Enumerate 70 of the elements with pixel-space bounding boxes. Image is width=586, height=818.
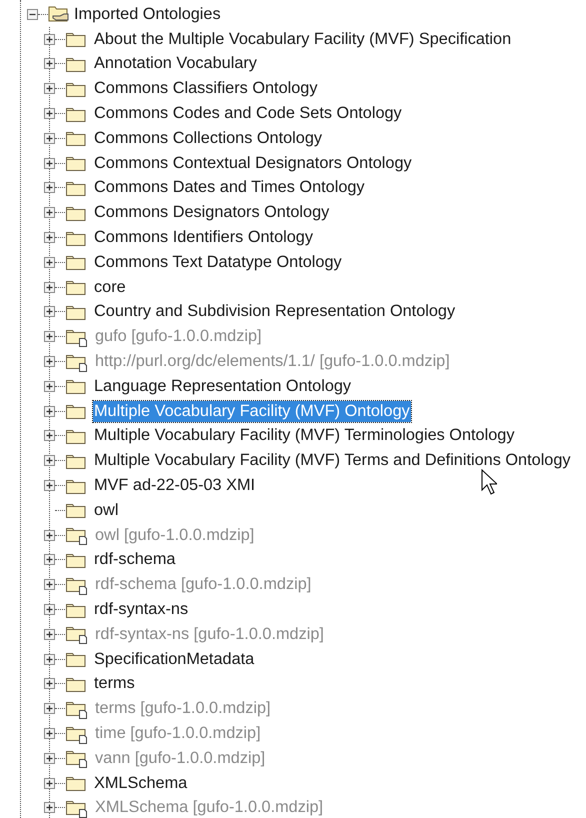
tree-item[interactable]: Commons Collections Ontology: [93, 128, 324, 149]
tree-item[interactable]: Country and Subdivision Representation Ontology: [93, 301, 456, 322]
tree-item[interactable]: About the Multiple Vocabulary Facility (MVF) Specification: [93, 28, 512, 50]
folder-document-icon: [65, 748, 88, 768]
expand-toggle[interactable]: [44, 207, 55, 218]
expand-toggle[interactable]: [44, 331, 55, 342]
folder-document-icon: [65, 525, 88, 546]
folder-icon: [65, 154, 87, 172]
expand-toggle[interactable]: [44, 158, 55, 169]
expand-toggle[interactable]: [44, 455, 55, 466]
tree-item[interactable]: owl: [93, 500, 120, 521]
expand-toggle[interactable]: [44, 480, 55, 492]
tree-item[interactable]: XMLSchema: [93, 772, 188, 794]
tree-item[interactable]: MVF ad-22-05-03 XMI: [93, 475, 256, 496]
expand-toggle[interactable]: [44, 728, 55, 739]
expand-toggle[interactable]: [44, 83, 55, 94]
expand-toggle[interactable]: [44, 802, 55, 814]
folder-icon: [65, 501, 87, 520]
tree-item[interactable]: Commons Contextual Designators Ontology: [93, 152, 413, 174]
expand-toggle[interactable]: [44, 282, 55, 293]
expand-toggle[interactable]: [44, 430, 55, 442]
folder-icon: [65, 377, 87, 396]
expand-toggle[interactable]: [44, 34, 55, 45]
tree-item[interactable]: Commons Text Datatype Ontology: [93, 252, 343, 273]
tree-item[interactable]: Commons Codes and Code Sets Ontology: [93, 103, 403, 124]
expand-toggle[interactable]: [44, 604, 55, 616]
tree-item[interactable]: Commons Designators Ontology: [93, 202, 330, 224]
tree-item[interactable]: terms: [93, 673, 136, 694]
folder-icon: [65, 650, 87, 668]
tree-item[interactable]: Multiple Vocabulary Facility (MVF) Terminologies Ontology: [93, 425, 516, 446]
tree-item[interactable]: rdf-syntax-ns: [93, 599, 190, 620]
expand-toggle[interactable]: [44, 380, 55, 392]
folder-icon: [65, 253, 87, 272]
folder-icon: [65, 129, 87, 148]
expand-toggle[interactable]: [44, 356, 55, 368]
expand-toggle[interactable]: [44, 406, 55, 417]
folder-document-icon: [65, 624, 88, 644]
tree-item[interactable]: Annotation Vocabulary: [93, 53, 258, 74]
tree-item[interactable]: SpecificationMetadata: [93, 648, 256, 670]
mouse-pointer-icon: [481, 469, 497, 495]
expand-toggle[interactable]: [44, 182, 55, 194]
tree-item[interactable]: Commons Classifiers Ontology: [93, 78, 318, 100]
folder-icon: [65, 30, 87, 48]
tree-item[interactable]: Commons Dates and Times Ontology: [93, 177, 366, 198]
folder-icon: [65, 402, 87, 420]
expand-toggle[interactable]: [44, 58, 55, 70]
expand-toggle[interactable]: [44, 306, 55, 318]
tree-item[interactable]: Multiple Vocabulary Facility (MVF) Terms and Definitions Ontology: [93, 450, 572, 472]
expand-toggle[interactable]: [44, 752, 55, 764]
expand-toggle[interactable]: [44, 654, 55, 665]
expand-toggle[interactable]: [44, 554, 55, 566]
expand-toggle[interactable]: [44, 256, 55, 268]
expand-toggle[interactable]: [44, 703, 55, 714]
tree-item[interactable]: core: [93, 276, 127, 298]
expand-toggle[interactable]: [44, 579, 55, 590]
tree-item[interactable]: Multiple Vocabulary Facility (MVF) Ontology: [93, 400, 411, 422]
expand-toggle[interactable]: [44, 778, 55, 789]
expand-toggle[interactable]: [44, 132, 55, 144]
expand-toggle[interactable]: [44, 628, 55, 640]
expand-toggle[interactable]: [44, 108, 55, 120]
expand-toggle[interactable]: [44, 232, 55, 244]
expand-toggle[interactable]: [44, 530, 55, 541]
collapse-toggle[interactable]: [27, 8, 38, 20]
folder-icon: [65, 774, 87, 792]
tree-item[interactable]: rdf-schema: [93, 549, 176, 570]
tree-item[interactable]: Imported Ontologies: [73, 4, 222, 25]
tree-item[interactable]: Language Representation Ontology: [93, 376, 352, 397]
tree-item[interactable]: Commons Identifiers Ontology: [93, 227, 314, 248]
folder-icon: [65, 278, 87, 296]
expand-toggle[interactable]: [44, 678, 55, 690]
